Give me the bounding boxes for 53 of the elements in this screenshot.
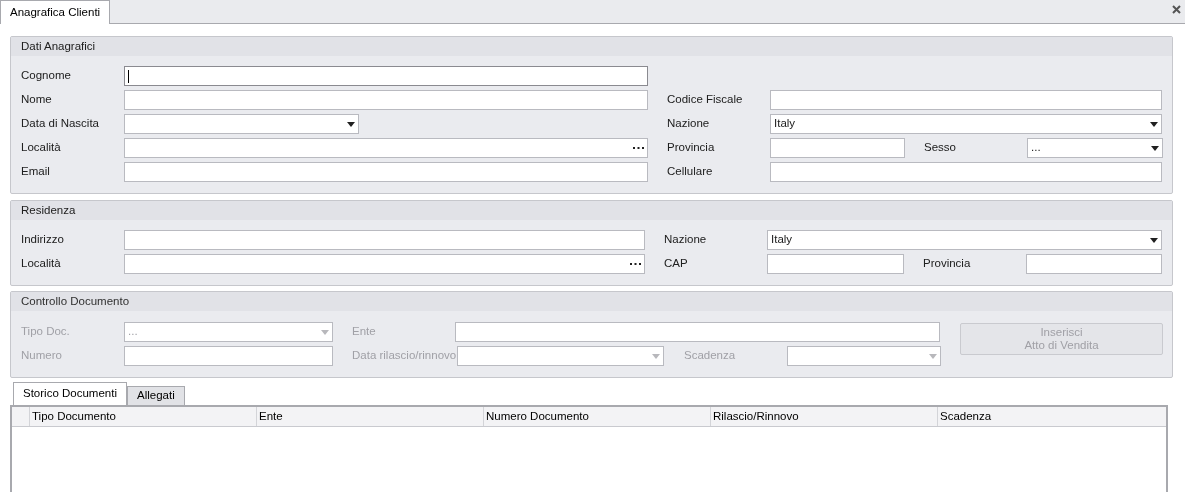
close-icon[interactable]	[1172, 5, 1181, 14]
field-label: CAP	[664, 256, 688, 272]
field-label: Nazione	[667, 116, 710, 132]
field-label: Scadenza	[684, 348, 736, 364]
column-header[interactable]: Scadenza	[938, 407, 1166, 426]
field-label: Località	[21, 256, 61, 272]
field-label: Data di Nascita	[21, 116, 99, 132]
dropdown-field[interactable]: ...	[1027, 138, 1163, 158]
dropdown-field[interactable]: Italy	[767, 230, 1162, 250]
dropdown-arrow-icon[interactable]	[1150, 237, 1158, 243]
field-label: Provincia	[923, 256, 971, 272]
field-label: Cellulare	[667, 164, 713, 180]
dropdown-field[interactable]: Italy	[770, 114, 1162, 134]
field-label: Nome	[21, 92, 52, 108]
column-header[interactable]: Ente	[257, 407, 484, 426]
group-title: Residenza	[21, 202, 76, 218]
field-label: Numero	[21, 348, 62, 364]
dropdown-field[interactable]	[124, 114, 359, 134]
tab[interactable]: Storico Documenti	[13, 382, 127, 405]
column-header[interactable]: Rilascio/Rinnovo	[711, 407, 938, 426]
input-field[interactable]	[124, 66, 648, 86]
field-label: Tipo Doc.	[21, 324, 70, 340]
field-label: Sesso	[924, 140, 956, 156]
input-field[interactable]	[770, 162, 1162, 182]
group-title: Dati Anagrafici	[21, 38, 96, 54]
column-header[interactable]: Tipo Documento	[30, 407, 257, 426]
more-icon[interactable]	[630, 262, 641, 266]
more-icon[interactable]	[633, 146, 644, 150]
column-header[interactable]: Numero Documento	[484, 407, 711, 426]
input-field[interactable]	[770, 138, 905, 158]
dropdown-arrow-icon[interactable]	[1150, 121, 1158, 127]
field-label: Provincia	[667, 140, 715, 156]
lookup-field[interactable]	[124, 254, 645, 274]
input-field[interactable]	[124, 162, 648, 182]
field-label: Codice Fiscale	[667, 92, 743, 108]
input-field[interactable]	[770, 90, 1162, 110]
input-field[interactable]	[124, 230, 645, 250]
tab[interactable]: Allegati	[126, 386, 185, 405]
group-title: Controllo Documento	[21, 293, 130, 309]
field-label: Località	[21, 140, 61, 156]
input-field[interactable]	[1026, 254, 1162, 274]
field-label: Indirizzo	[21, 232, 64, 248]
field-label: Cognome	[21, 68, 71, 84]
input-field[interactable]	[767, 254, 904, 274]
field-label: Ente	[352, 324, 376, 340]
field-label: Data rilascio/rinnovo	[352, 348, 457, 364]
lookup-field[interactable]	[124, 138, 648, 158]
dropdown-arrow-icon[interactable]	[1151, 145, 1159, 151]
field-label: Nazione	[664, 232, 707, 248]
field-label: Email	[21, 164, 50, 180]
document-tab[interactable]: Anagrafica Clienti	[0, 0, 111, 24]
dropdown-arrow-icon[interactable]	[347, 121, 355, 127]
input-field[interactable]	[124, 90, 648, 110]
